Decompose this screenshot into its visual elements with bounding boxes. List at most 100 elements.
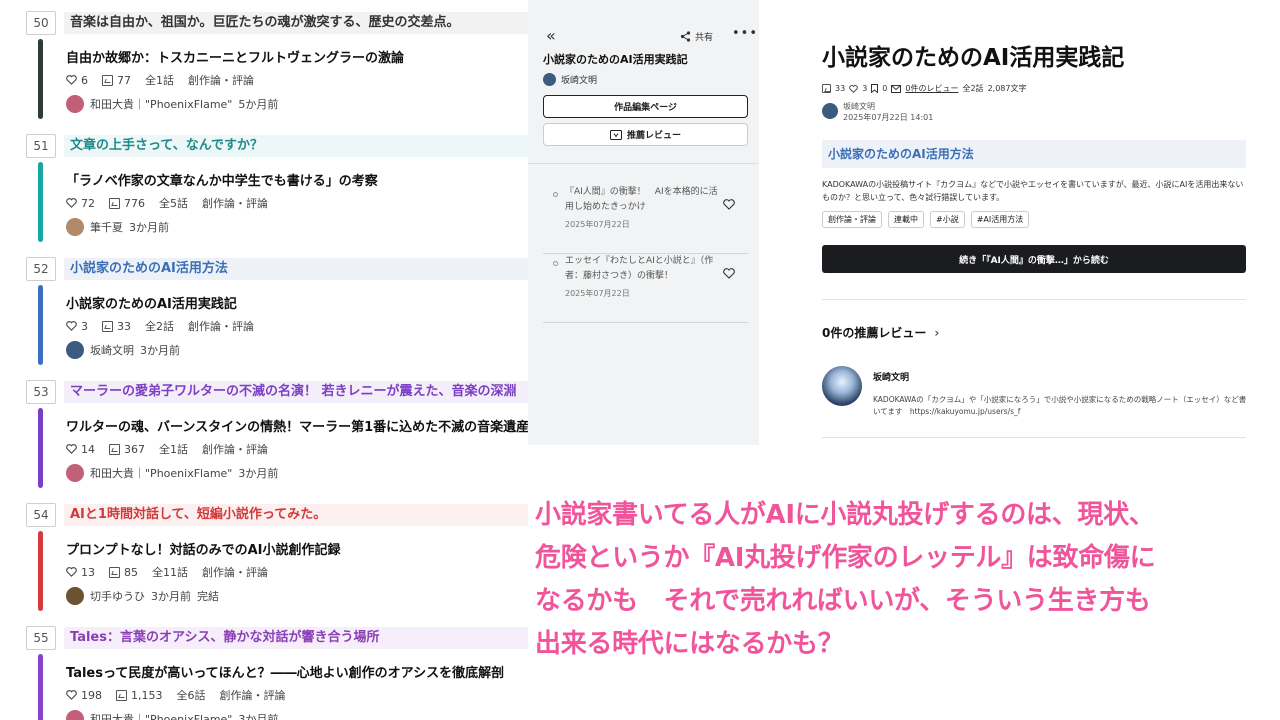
episode-item[interactable]: エッセイ『わたしとAIと小説と』（作者：藤村さつき）の衝撃！ 2025年07月2… — [543, 254, 748, 323]
heart-icon — [66, 321, 77, 331]
tag[interactable]: #小説 — [930, 211, 965, 228]
review-label: 推薦レビュー — [626, 131, 681, 141]
pv-count: 33 — [117, 319, 131, 333]
tag[interactable]: 連載中 — [888, 211, 924, 228]
heart-count: 72 — [81, 196, 95, 210]
ranking-item[interactable]: 55 Tales：言葉のオアシス、静かな対話が響き合う場所 Talesって民度が高い… — [0, 626, 528, 720]
back-icon[interactable]: « — [546, 26, 556, 45]
heart-count: 198 — [81, 688, 102, 702]
tag[interactable]: #AI活用方法 — [970, 211, 1030, 228]
pv-count: 33 — [835, 84, 846, 93]
avatar[interactable] — [822, 366, 862, 406]
episode-count: 全1話 — [145, 74, 174, 87]
ranking-item[interactable]: 51 文章の上手さって、なんですか？ 「ラノベ作家の文章なんか中学生でも書ける」の考… — [0, 134, 528, 257]
work-description: KADOKAWAの小説投稿サイト『カクヨム』などで小説やエッセイを書いていますが… — [822, 180, 1244, 202]
author[interactable]: 坂崎文明 3か月前 — [66, 341, 186, 359]
divider — [528, 163, 759, 164]
continue-reading-button[interactable]: 続き「『AI人間』の衝撃…」から読む — [822, 245, 1246, 273]
work-title[interactable]: Talesって民度が高いってほんと？――心地よい創作のオアシスを徹底解剖 — [66, 662, 504, 681]
episode-count: 全6話 — [176, 689, 206, 702]
heart-count: 14 — [81, 442, 95, 456]
episode-title: エッセイ『わたしとAIと小説と』（作者：藤村さつき）の衝撃！ — [565, 256, 714, 281]
avatar — [543, 73, 556, 86]
episode-count: 全2話 — [962, 84, 984, 93]
catchphrase[interactable]: 音楽は自由か、祖国か。巨匠たちの魂が激突する、歴史の交差点。 — [64, 12, 528, 34]
genre-label: 創作論・評論 — [188, 320, 254, 333]
work-title[interactable]: 小説家のためのAI活用実践記 — [543, 51, 688, 67]
work-author[interactable]: 坂崎文明 — [543, 73, 597, 86]
heart-icon — [66, 690, 77, 700]
caption-line: 小説家書いてる人がAIに小説丸投げするのは、現状、 — [535, 500, 1155, 530]
rank-number: 52 — [26, 257, 56, 281]
time-ago: 3か月前 — [238, 713, 279, 720]
page-title: 小説家のためのAI活用実践記 — [822, 45, 1125, 71]
caption-overlay: 小説家書いてる人がAIに小説丸投げするのは、現状、 危険というか『AI丸投げ作家… — [535, 494, 1275, 666]
mail-icon — [891, 84, 902, 93]
tag[interactable]: 創作論・評論 — [822, 211, 882, 228]
episode-count: 全5話 — [159, 197, 188, 210]
avatar — [66, 341, 84, 359]
rank-number: 51 — [26, 134, 56, 158]
work-title[interactable]: 自由か故郷か：トスカニーニとフルトヴェングラーの激論 — [66, 47, 404, 66]
catchphrase[interactable]: 文章の上手さって、なんですか？ — [64, 135, 528, 157]
author-name: 筆千夏 — [90, 221, 123, 234]
author[interactable]: 筆千夏 3か月前 — [66, 218, 175, 236]
edit-work-button[interactable]: 作品編集ページ — [543, 95, 748, 118]
heart-icon — [66, 567, 77, 577]
caption-line: なるかも それで売れればいいが、そういう生き方も — [535, 586, 1151, 616]
status-badge: 完結 — [197, 590, 219, 603]
catchphrase[interactable]: マーラーの愛弟子ワルターの不滅の名演！ 若きレニーが震えた、音楽の深淵 — [64, 381, 528, 403]
episode-date: 2025年07月22日 — [565, 220, 630, 229]
avatar — [66, 95, 84, 113]
edit-work-label: 作品編集ページ — [614, 103, 677, 113]
author[interactable]: 和田大貴｜"PhoenixFlame" 3か月前 — [66, 710, 284, 720]
review-button[interactable]: 推薦レビュー — [543, 123, 748, 146]
divider — [822, 437, 1246, 438]
ranking-item[interactable]: 53 マーラーの愛弟子ワルターの不滅の名演！ 若きレニーが震えた、音楽の深淵 ワルタ… — [0, 380, 528, 503]
heart-icon[interactable] — [723, 199, 735, 210]
work-author[interactable]: 坂崎文明 2025年07月22日 14:01 — [822, 101, 933, 123]
divider — [543, 322, 748, 323]
author-name: 坂崎文明 — [90, 344, 134, 357]
work-stats: 3 33 全2話 創作論・評論 — [66, 318, 254, 334]
time-ago: 3か月前 — [129, 221, 169, 234]
author[interactable]: 和田大貴｜"PhoenixFlame" 3か月前 — [66, 464, 284, 482]
more-icon[interactable]: ••• — [732, 26, 758, 41]
episode-item[interactable]: 『AI人間』の衝撃！ AIを本格的に活用し始めたきっかけ 2025年07月22日 — [543, 185, 748, 254]
ranking-item[interactable]: 52 小説家のためのAI活用方法 小説家のためのAI活用実践記 3 33 全2話 創作論・評… — [0, 257, 528, 380]
ranking-item[interactable]: 50 音楽は自由か、祖国か。巨匠たちの魂が激突する、歴史の交差点。 自由か故郷か：ト… — [0, 11, 528, 134]
time-ago: 3か月前 — [140, 344, 180, 357]
reviews-heading[interactable]: 0件の推薦レビュー › — [822, 324, 939, 341]
accent-bar — [38, 531, 43, 611]
author[interactable]: 切手ゆうひ 3か月前 完結 — [66, 587, 219, 605]
pv-icon — [822, 84, 831, 93]
work-title[interactable]: プロンプトなし！対話のみでのAI小説創作記録 — [66, 539, 341, 558]
author-name[interactable]: 坂崎文明 — [873, 370, 909, 383]
work-title[interactable]: 「ラノベ作家の文章なんか中学生でも書ける」の考察 — [66, 170, 378, 189]
work-title[interactable]: 小説家のためのAI活用実践記 — [66, 293, 237, 312]
avatar — [66, 710, 84, 720]
work-title[interactable]: ワルターの魂、バーンスタインの情熱！マーラー第1番に込めた不滅の音楽遺産 — [66, 416, 528, 435]
heart-icon — [66, 198, 77, 208]
heart-icon[interactable] — [723, 268, 735, 279]
work-stats: 13 85 全11話 創作論・評論 — [66, 564, 268, 580]
updated-date: 2025年07月22日 14:01 — [843, 113, 934, 122]
author[interactable]: 和田大貴｜"PhoenixFlame" 5か月前 — [66, 95, 284, 113]
catchphrase[interactable]: Tales：言葉のオアシス、静かな対話が響き合う場所 — [64, 627, 528, 649]
review-icon — [609, 129, 622, 140]
share-button[interactable]: 共有 — [680, 30, 713, 43]
review-count-link[interactable]: 0件のレビュー — [905, 83, 958, 94]
pv-count: 77 — [117, 73, 131, 87]
catchphrase[interactable]: 小説家のためのAI活用方法 — [64, 258, 528, 280]
pv-count: 85 — [124, 565, 138, 579]
pv-count: 367 — [124, 442, 145, 456]
author-name: 和田大貴｜"PhoenixFlame" — [90, 467, 233, 480]
pv-icon — [109, 443, 120, 455]
ranking-item[interactable]: 54 AIと1時間対話して、短編小説作ってみた。 プロンプトなし！対話のみでのAI小… — [0, 503, 528, 626]
pv-count: 1,153 — [131, 688, 163, 702]
avatar — [822, 103, 838, 119]
author-name: 坂崎文明 — [561, 76, 598, 86]
author-name: 和田大貴｜"PhoenixFlame" — [90, 713, 233, 720]
time-ago: 3か月前 — [151, 590, 191, 603]
catchphrase[interactable]: AIと1時間対話して、短編小説作ってみた。 — [64, 504, 528, 526]
